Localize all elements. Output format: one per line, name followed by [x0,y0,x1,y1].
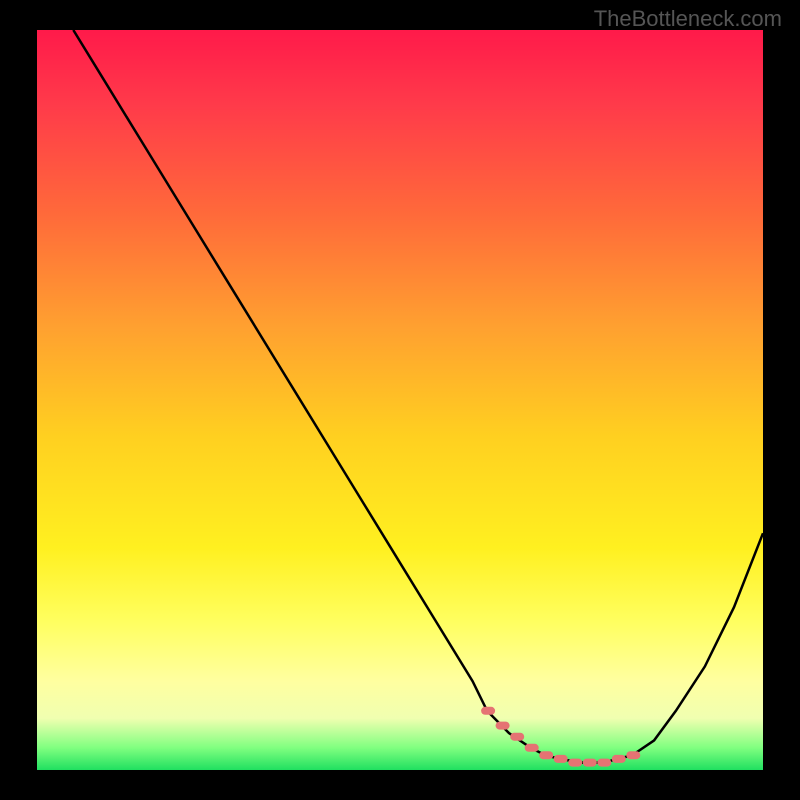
highlight-dot [554,755,568,763]
bottleneck-curve [73,30,763,763]
highlight-dot [568,759,582,767]
highlight-dot [583,759,597,767]
highlight-dot [481,707,495,715]
highlight-dot [525,744,539,752]
highlight-dot [510,733,524,741]
highlight-dot [496,722,510,730]
plot-area [37,30,763,770]
highlight-dot [612,755,626,763]
dots-group [481,707,640,767]
chart-svg [37,30,763,770]
watermark-text: TheBottleneck.com [594,6,782,32]
highlight-dot [539,751,553,759]
highlight-dot [597,759,611,767]
highlight-dot [626,751,640,759]
curve-group [73,30,763,763]
